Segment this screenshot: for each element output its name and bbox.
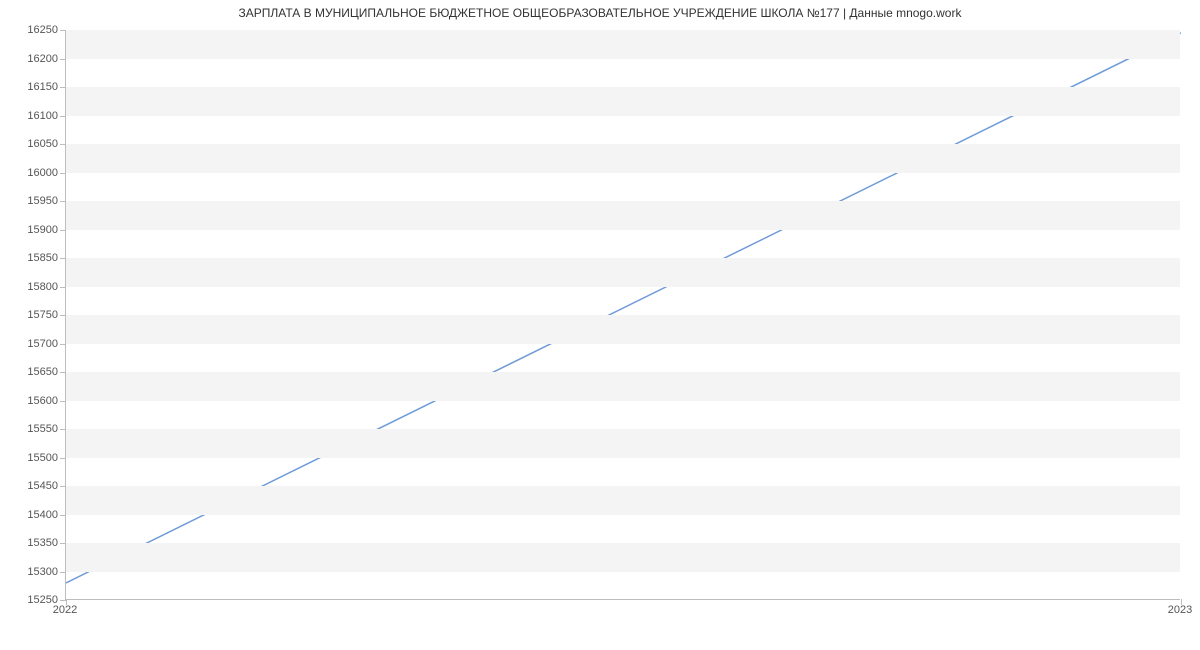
y-tick [60, 515, 66, 516]
y-tick [60, 258, 66, 259]
x-tick-label: 2023 [1168, 604, 1192, 616]
y-tick-label: 15850 [8, 252, 58, 264]
y-tick [60, 287, 66, 288]
y-tick [60, 173, 66, 174]
y-tick [60, 315, 66, 316]
grid-band [66, 30, 1180, 59]
grid-band [66, 258, 1180, 287]
y-tick-label: 15800 [8, 281, 58, 293]
y-tick [60, 543, 66, 544]
y-tick-label: 15700 [8, 338, 58, 350]
grid-band [66, 144, 1180, 173]
y-tick-label: 16000 [8, 167, 58, 179]
y-tick [60, 59, 66, 60]
grid-band [66, 201, 1180, 230]
y-tick [60, 30, 66, 31]
y-tick-label: 15300 [8, 566, 58, 578]
y-tick [60, 87, 66, 88]
grid-band [66, 315, 1180, 344]
y-tick [60, 572, 66, 573]
y-tick-label: 15400 [8, 509, 58, 521]
y-tick-label: 15900 [8, 224, 58, 236]
y-tick-label: 15250 [8, 594, 58, 606]
y-tick [60, 230, 66, 231]
grid-band [66, 486, 1180, 515]
grid-band [66, 87, 1180, 116]
y-tick [60, 144, 66, 145]
y-tick [60, 401, 66, 402]
y-tick [60, 201, 66, 202]
chart-title: ЗАРПЛАТА В МУНИЦИПАЛЬНОЕ БЮДЖЕТНОЕ ОБЩЕО… [0, 6, 1200, 20]
y-tick-label: 16100 [8, 110, 58, 122]
grid-band [66, 429, 1180, 458]
y-tick-label: 16200 [8, 53, 58, 65]
y-tick-label: 15550 [8, 423, 58, 435]
y-tick [60, 116, 66, 117]
y-tick-label: 15350 [8, 537, 58, 549]
grid-band [66, 543, 1180, 572]
y-tick-label: 15750 [8, 309, 58, 321]
y-tick-label: 15650 [8, 366, 58, 378]
x-tick-label: 2022 [53, 604, 77, 616]
y-tick-label: 16250 [8, 24, 58, 36]
y-tick [60, 458, 66, 459]
y-tick [60, 372, 66, 373]
y-tick [60, 429, 66, 430]
y-tick-label: 15500 [8, 452, 58, 464]
y-tick [60, 344, 66, 345]
y-tick-label: 15600 [8, 395, 58, 407]
grid-band [66, 372, 1180, 401]
y-tick-label: 16150 [8, 81, 58, 93]
y-tick [60, 486, 66, 487]
plot-area [65, 30, 1180, 600]
y-tick-label: 15450 [8, 480, 58, 492]
line-chart: ЗАРПЛАТА В МУНИЦИПАЛЬНОЕ БЮДЖЕТНОЕ ОБЩЕО… [0, 0, 1200, 650]
y-tick-label: 15950 [8, 195, 58, 207]
y-tick-label: 16050 [8, 138, 58, 150]
